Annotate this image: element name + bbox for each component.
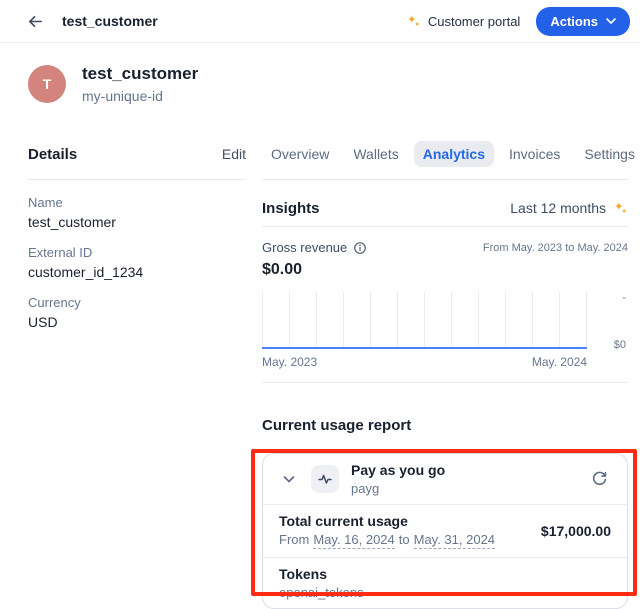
detail-field-currency: Currency USD — [28, 295, 246, 330]
details-divider — [28, 179, 246, 180]
customer-name: test_customer — [82, 64, 198, 84]
tabs-divider — [262, 179, 628, 180]
x-axis-left-label: May. 2023 — [262, 355, 317, 369]
customer-portal-label: Customer portal — [428, 14, 520, 29]
back-button[interactable] — [22, 8, 48, 34]
chevron-down-icon — [606, 18, 616, 24]
sparkle-icon — [613, 201, 628, 216]
tab-settings[interactable]: Settings — [575, 141, 640, 167]
tab-invoices[interactable]: Invoices — [500, 141, 569, 167]
y-axis-bottom-label: $0 — [614, 339, 626, 351]
field-value: USD — [28, 314, 246, 330]
usage-item-code: openai_tokens — [279, 585, 611, 600]
field-value: customer_id_1234 — [28, 264, 246, 280]
edit-button[interactable]: Edit — [222, 146, 246, 162]
field-label: Currency — [28, 295, 246, 310]
plan-code: payg — [351, 481, 445, 496]
plan-iconbox — [311, 465, 339, 493]
customer-external-id: my-unique-id — [82, 88, 198, 104]
chart-divider — [262, 382, 628, 383]
usage-card: Pay as you go payg Total current usage F… — [262, 453, 628, 609]
pulse-icon — [317, 471, 333, 487]
info-icon[interactable] — [353, 241, 367, 255]
period-word-from: From — [279, 532, 309, 549]
main-panel: Overview Wallets Analytics Invoices Sett… — [262, 138, 628, 609]
customer-portal-link[interactable]: Customer portal — [406, 14, 520, 29]
usage-period: From May. 16, 2024 to May. 31, 2024 — [279, 532, 495, 549]
chart-date-range: From May. 2023 to May. 2024 — [483, 242, 628, 254]
usage-item-name: Tokens — [279, 566, 611, 582]
period-selector[interactable]: Last 12 months — [510, 200, 628, 216]
chevron-down-icon — [282, 472, 296, 486]
gross-revenue-label: Gross revenue — [262, 240, 347, 255]
gross-revenue-chart: - $0 — [262, 292, 628, 351]
actions-label: Actions — [550, 14, 598, 29]
customer-header: T test_customer my-unique-id — [28, 64, 198, 104]
usage-report-heading: Current usage report — [262, 417, 628, 434]
usage-total-label: Total current usage — [279, 513, 495, 529]
refresh-icon — [591, 471, 608, 488]
gross-revenue-value: $0.00 — [262, 261, 628, 279]
field-value: test_customer — [28, 214, 246, 230]
chart-plot-area — [262, 292, 587, 349]
period-word-to: to — [399, 532, 410, 549]
period-label: Last 12 months — [510, 200, 606, 216]
tab-bar: Overview Wallets Analytics Invoices Sett… — [262, 140, 628, 168]
tab-overview[interactable]: Overview — [262, 141, 338, 167]
usage-total-amount: $17,000.00 — [541, 523, 611, 539]
top-bar: test_customer Customer portal Actions — [0, 0, 640, 43]
details-heading: Details — [28, 146, 77, 163]
usage-item-row: Tokens openai_tokens — [263, 557, 627, 608]
insights-divider — [262, 226, 628, 227]
field-label: External ID — [28, 245, 246, 260]
period-date-to[interactable]: May. 31, 2024 — [414, 532, 495, 549]
collapse-button[interactable] — [279, 469, 299, 489]
back-arrow-icon — [27, 13, 44, 30]
period-date-from[interactable]: May. 16, 2024 — [313, 532, 394, 549]
details-panel: Details Edit Name test_customer External… — [28, 138, 246, 330]
insights-heading: Insights — [262, 200, 320, 217]
field-label: Name — [28, 195, 246, 210]
refresh-button[interactable] — [587, 467, 611, 491]
actions-button[interactable]: Actions — [536, 7, 630, 36]
detail-field-external-id: External ID customer_id_1234 — [28, 245, 246, 280]
sparkle-icon — [406, 14, 421, 29]
avatar: T — [28, 65, 66, 103]
y-axis-top-label: - — [622, 292, 626, 304]
page-title: test_customer — [62, 13, 158, 29]
x-axis-right-label: May. 2024 — [532, 355, 587, 369]
usage-total-row: Total current usage From May. 16, 2024 t… — [263, 504, 627, 557]
tab-analytics[interactable]: Analytics — [414, 141, 494, 167]
tab-wallets[interactable]: Wallets — [344, 141, 407, 167]
plan-name: Pay as you go — [351, 462, 445, 479]
detail-field-name: Name test_customer — [28, 195, 246, 230]
